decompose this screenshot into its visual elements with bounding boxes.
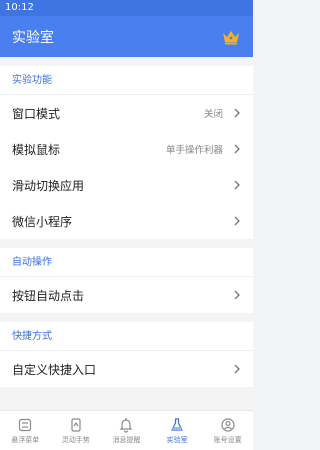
tab-label: 账号设置 [213,435,242,444]
item-label: 按钮自动点击 [12,288,85,303]
status-time: 10:12 [5,2,34,13]
chevron-right-icon [234,216,240,226]
tab-account-settings[interactable]: 账号设置 [202,411,253,450]
item-label: 自定义快捷入口 [12,362,97,377]
item-label: 模拟鼠标 [12,142,61,157]
tab-float-menu[interactable]: 悬浮菜单 [0,411,51,450]
tab-message-reminder[interactable]: 消息提醒 [101,411,152,450]
float-menu-icon [19,418,32,431]
bottom-tab-bar: 悬浮菜单 灵动手势 消息提醒 实验室 账号设置 [0,410,253,450]
item-label: 微信小程序 [12,214,73,229]
item-simulated-mouse[interactable]: 模拟鼠标 单手操作利器 [0,131,253,167]
item-value: 单手操作利器 [165,145,223,156]
item-button-auto-click[interactable]: 按钮自动点击 [0,277,253,313]
chevron-right-icon [234,364,240,374]
section-header-auto-operation: 自动操作 [0,248,253,277]
item-swipe-switch-app[interactable]: 滑动切换应用 [0,167,253,203]
item-wechat-mini-program[interactable]: 微信小程序 [0,203,253,239]
item-custom-shortcut-entry[interactable]: 自定义快捷入口 [0,351,253,387]
chevron-right-icon [234,144,240,154]
item-label: 窗口模式 [12,106,61,121]
section-header-shortcuts: 快捷方式 [0,322,253,351]
item-window-mode[interactable]: 窗口模式 关闭 [0,95,253,131]
page-title: 实验室 [12,29,54,46]
gesture-icon [71,417,81,432]
tab-label: 消息提醒 [112,435,141,444]
bell-icon [120,417,133,433]
status-bar: 10:12 [0,0,253,16]
flask-icon [171,417,184,431]
item-label: 滑动切换应用 [12,178,85,193]
settings-list: 实验功能 窗口模式 关闭 模拟鼠标 单手操作利器 滑动切换应用 微信小程序 自动… [0,57,253,410]
item-value: 关闭 [203,109,223,120]
tab-label: 实验室 [166,435,188,444]
chevron-right-icon [234,108,240,118]
app-bar: 实验室 [0,16,253,57]
tab-lab[interactable]: 实验室 [152,411,203,450]
tab-label: 灵动手势 [61,435,90,444]
chevron-right-icon [234,290,240,300]
crown-icon[interactable] [221,29,241,45]
chevron-right-icon [234,180,240,190]
section-header-experimental: 实验功能 [0,66,253,95]
tab-label: 悬浮菜单 [11,435,40,444]
account-icon [221,417,235,432]
tab-gesture[interactable]: 灵动手势 [51,411,102,450]
